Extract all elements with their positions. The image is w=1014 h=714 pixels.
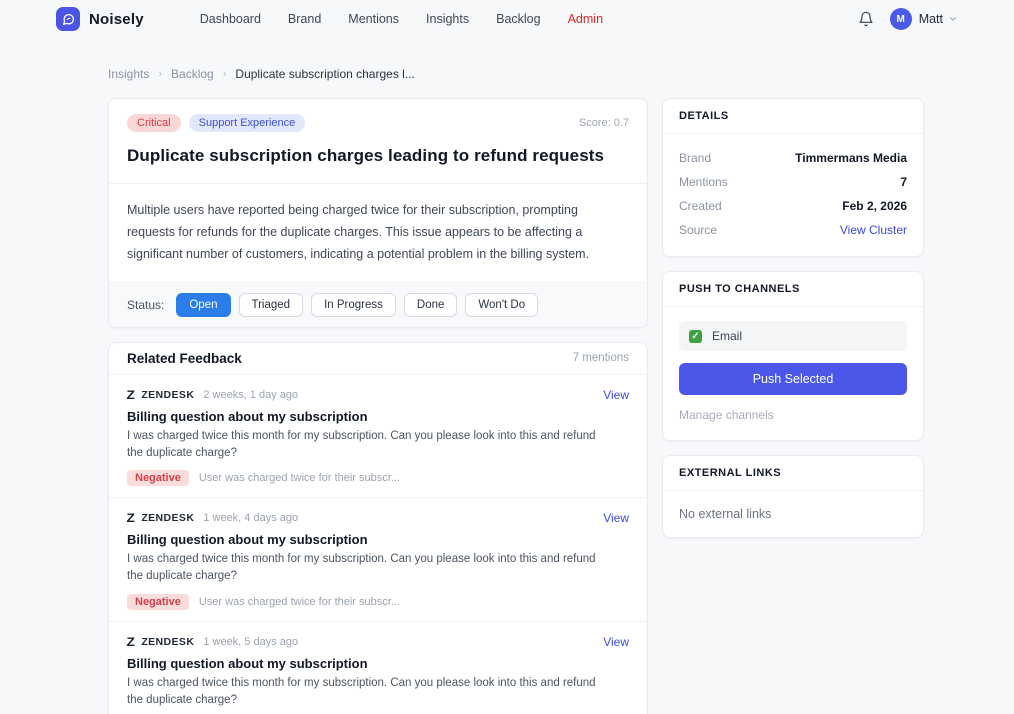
feedback-item: Z ZENDESK 2 weeks, 1 day ago View Billin… <box>109 375 647 499</box>
notifications-bell-icon[interactable] <box>858 11 874 27</box>
detail-value: Feb 2, 2026 <box>842 199 907 213</box>
sentiment-badge: Negative <box>127 470 189 487</box>
detail-label: Created <box>679 199 722 213</box>
details-card-title: DETAILS <box>663 99 923 134</box>
status-button-in-progress[interactable]: In Progress <box>311 292 396 317</box>
breadcrumb: Insights › Backlog › Duplicate subscript… <box>108 67 924 81</box>
related-feedback-card: Related Feedback 7 mentions Z ZENDESK 2 … <box>108 341 648 714</box>
external-links-empty: No external links <box>679 507 772 521</box>
feedback-item: Z ZENDESK 1 week, 4 days ago View Billin… <box>109 498 647 622</box>
feedback-section-title: Related Feedback <box>127 350 242 366</box>
breadcrumb-current: Duplicate subscription charges l... <box>235 67 415 81</box>
view-link[interactable]: View <box>603 388 629 402</box>
view-link[interactable]: View <box>603 635 629 649</box>
push-channels-card: PUSH TO CHANNELS ✓ Email Push Selected M… <box>662 271 924 441</box>
channel-row-email[interactable]: ✓ Email <box>679 321 907 351</box>
nav-backlog[interactable]: Backlog <box>496 12 540 26</box>
status-bar: Status: Open Triaged In Progress Done Wo… <box>109 282 647 327</box>
nav-dashboard[interactable]: Dashboard <box>200 12 261 26</box>
view-cluster-link[interactable]: View Cluster <box>840 223 907 237</box>
breadcrumb-insights[interactable]: Insights <box>108 67 149 81</box>
severity-badge: Critical <box>127 114 181 132</box>
status-button-done[interactable]: Done <box>403 292 458 317</box>
feedback-source: ZENDESK <box>141 388 195 401</box>
feedback-body: I was charged twice this month for my su… <box>127 553 596 583</box>
feedback-body: I was charged twice this month for my su… <box>127 676 596 706</box>
zendesk-icon: Z <box>126 387 135 402</box>
nav-brand[interactable]: Brand <box>288 12 321 26</box>
status-label: Status: <box>127 297 165 312</box>
feedback-title: Billing question about my subscription <box>127 655 368 671</box>
user-name: Matt <box>918 12 943 26</box>
detail-label: Brand <box>679 151 712 165</box>
app-logo[interactable] <box>56 7 80 31</box>
chat-bubble-icon <box>62 13 74 25</box>
external-links-title: EXTERNAL LINKS <box>663 456 923 491</box>
status-button-wont-do[interactable]: Won't Do <box>465 292 539 317</box>
feedback-body: I was charged twice this month for my su… <box>127 429 596 459</box>
email-checkbox[interactable]: ✓ <box>689 329 702 343</box>
feedback-item: Z ZENDESK 1 week, 5 days ago View Billin… <box>109 622 647 714</box>
brand-name: Noisely <box>89 10 144 28</box>
top-header: Noisely Dashboard Brand Mentions Insight… <box>0 0 1014 38</box>
mention-count: 7 mentions <box>572 352 629 365</box>
detail-value: 7 <box>900 175 907 189</box>
nav-admin[interactable]: Admin <box>568 12 603 26</box>
nav-insights[interactable]: Insights <box>426 12 469 26</box>
main-column: Critical Support Experience Score: 0.7 D… <box>108 98 648 714</box>
main-nav: Dashboard Brand Mentions Insights Backlo… <box>200 12 603 26</box>
category-badge: Support Experience <box>188 114 306 132</box>
feedback-title: Billing question about my subscription <box>127 532 368 548</box>
detail-row-source: Source View Cluster <box>679 218 907 242</box>
external-links-card: EXTERNAL LINKS No external links <box>662 455 924 538</box>
status-button-open[interactable]: Open <box>176 292 231 317</box>
status-button-triaged[interactable]: Triaged <box>238 292 304 317</box>
feedback-source: ZENDESK <box>141 635 195 648</box>
feedback-timestamp: 1 week, 4 days ago <box>203 512 299 525</box>
detail-label: Mentions <box>679 175 728 189</box>
feedback-timestamp: 2 weeks, 1 day ago <box>203 388 299 401</box>
issue-score: Score: 0.7 <box>578 117 629 129</box>
detail-row-brand: Brand Timmermans Media <box>679 146 907 170</box>
zendesk-icon: Z <box>126 511 135 526</box>
zendesk-icon: Z <box>126 634 135 649</box>
user-menu[interactable]: M Matt <box>889 8 958 30</box>
breadcrumb-separator-icon: › <box>222 68 227 80</box>
chevron-down-icon <box>949 17 957 21</box>
push-card-title: PUSH TO CHANNELS <box>663 272 923 307</box>
feedback-title: Billing question about my subscription <box>127 408 368 424</box>
breadcrumb-separator-icon: › <box>158 68 163 80</box>
feedback-summary: User was charged twice for their subscr.… <box>198 472 400 485</box>
issue-title: Duplicate subscription charges leading t… <box>127 146 605 165</box>
view-link[interactable]: View <box>603 511 629 525</box>
issue-card: Critical Support Experience Score: 0.7 D… <box>108 98 648 328</box>
channel-label: Email <box>712 329 743 343</box>
detail-row-created: Created Feb 2, 2026 <box>679 194 907 218</box>
manage-channels-link[interactable]: Manage channels <box>679 408 774 422</box>
breadcrumb-backlog[interactable]: Backlog <box>171 67 214 81</box>
push-selected-button[interactable]: Push Selected <box>679 363 907 395</box>
avatar: M <box>889 8 912 30</box>
nav-mentions[interactable]: Mentions <box>348 12 399 26</box>
feedback-timestamp: 1 week, 5 days ago <box>203 635 299 648</box>
details-card: DETAILS Brand Timmermans Media Mentions … <box>662 98 924 257</box>
feedback-source: ZENDESK <box>141 512 195 525</box>
detail-row-mentions: Mentions 7 <box>679 170 907 194</box>
feedback-summary: User was charged twice for their subscr.… <box>198 595 400 608</box>
detail-value: Timmermans Media <box>795 151 907 165</box>
detail-label: Source <box>679 223 718 237</box>
sidebar: DETAILS Brand Timmermans Media Mentions … <box>662 98 924 552</box>
sentiment-badge: Negative <box>127 593 189 610</box>
issue-description: Multiple users have reported being charg… <box>109 184 647 283</box>
